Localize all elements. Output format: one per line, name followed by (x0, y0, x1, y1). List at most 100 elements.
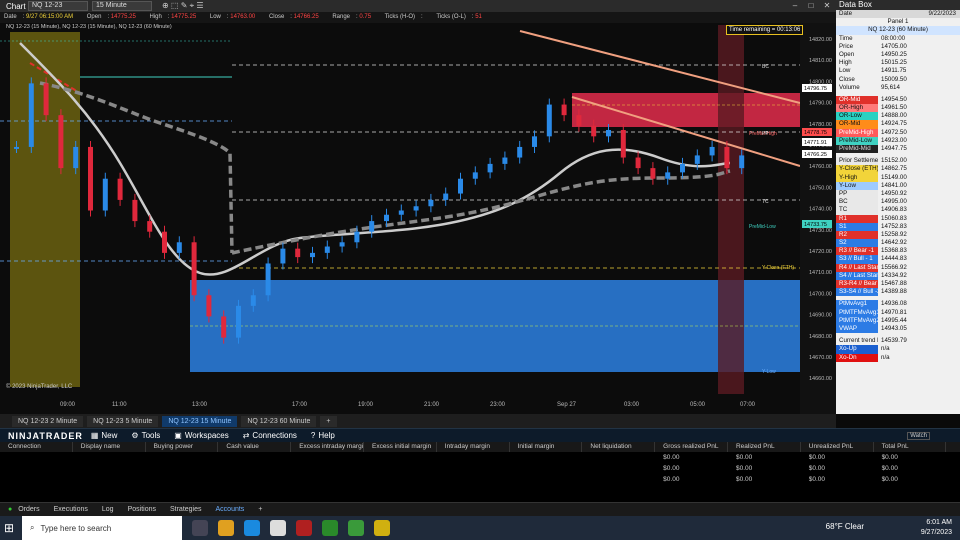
candle-body (28, 83, 34, 147)
candle-body (635, 157, 641, 169)
tab-log[interactable]: Log (102, 506, 114, 513)
data-box-value: 14947.75 (881, 145, 907, 152)
edge-icon[interactable] (244, 520, 260, 536)
accounts-column-header[interactable]: Initial margin (510, 442, 583, 452)
data-box-key: S3-S4 // Bull -2 (836, 288, 878, 297)
menu-new[interactable]: ▦ New (91, 431, 118, 440)
data-box-value: 14943.05 (881, 324, 907, 332)
maximize-icon[interactable]: □ (804, 1, 818, 11)
accounts-column-header[interactable]: Excess initial margin (364, 442, 437, 452)
candle-body (206, 295, 212, 317)
tab-2-minute[interactable]: NQ 12-23 2 Minute (12, 415, 84, 427)
accounts-cell (291, 463, 364, 474)
accounts-cell: $0.00 (663, 454, 680, 461)
instrument-selector[interactable]: NQ 12-23 (28, 1, 88, 11)
watch-button[interactable]: Watch (907, 431, 930, 440)
task-view-icon[interactable] (192, 520, 208, 536)
add-tab-button[interactable]: + (320, 415, 337, 427)
system-clock[interactable]: 6:01 AM 9/27/2023 (921, 518, 952, 538)
data-box-key: OR-Low (836, 112, 878, 121)
ninjatrader-taskbar-icon[interactable] (296, 520, 312, 536)
menu-tools[interactable]: ⚙ Tools (131, 431, 160, 440)
accounts-column-header[interactable]: Unrealized PnL (801, 442, 874, 452)
app-icon-green-2[interactable] (348, 520, 364, 536)
data-box-key: R2 (836, 230, 878, 240)
tab-strategies[interactable]: Strategies (170, 506, 202, 513)
candle-body (369, 221, 375, 232)
accounts-header-row: Connection Display name Buying power Cash v… (0, 442, 960, 452)
file-explorer-icon[interactable] (218, 520, 234, 536)
app-icon-yellow[interactable] (374, 520, 390, 536)
menu-workspaces[interactable]: ▣ Workspaces (174, 431, 228, 440)
weather-widget[interactable]: 68°F Clear (826, 522, 864, 531)
candle-body (265, 263, 271, 296)
accounts-column-header[interactable]: Net liquidation (582, 442, 656, 452)
interval-selector[interactable]: 15 Minute (92, 1, 152, 11)
windows-taskbar: ⊞ ⌕ Type here to search 68°F Clear 6:01 A… (0, 516, 960, 540)
candle-body (650, 168, 656, 179)
y-tick-label: 14750.00 (809, 185, 832, 191)
accounts-column-header[interactable]: Realized PnL (728, 442, 801, 452)
accounts-cell (146, 463, 219, 474)
minimize-icon[interactable]: – (788, 1, 802, 11)
data-box-key: Open (836, 50, 878, 60)
accounts-column-header[interactable]: Connection (0, 442, 73, 452)
accounts-cell: $0.00 (881, 465, 898, 472)
chrome-icon[interactable] (270, 520, 286, 536)
accounts-column-header[interactable]: Total PnL (874, 442, 947, 452)
price-chart[interactable]: 14820.0014810.0014800.0014790.0014780.00… (0, 23, 836, 414)
data-box-key: Xo-Dn (836, 353, 878, 362)
data-box-key: OR-High (836, 104, 878, 113)
app-icon-green-1[interactable] (322, 520, 338, 536)
candle-body (191, 242, 197, 296)
tab-5-minute[interactable]: NQ 12-23 5 Minute (87, 415, 159, 427)
accounts-cell: $0.00 (735, 476, 753, 483)
tab-accounts[interactable]: Accounts (216, 506, 245, 513)
candle-body (502, 157, 508, 164)
data-box-row: BC 14995.00 (836, 198, 960, 207)
accounts-column-header[interactable]: Display name (73, 442, 146, 452)
windows-start-icon[interactable]: ⊞ (4, 521, 14, 535)
accounts-column-header[interactable]: Intraday margin (437, 442, 510, 452)
tab-15-minute[interactable]: NQ 12-23 15 Minute (162, 415, 238, 427)
data-box-key: S4 // Last Stand (836, 271, 878, 280)
accounts-column-header[interactable]: Excess intraday margin (291, 442, 364, 452)
accounts-row[interactable]: $0.00 $0.00 $0.00 $0.00 (0, 474, 960, 485)
accounts-row[interactable]: $0.00 $0.00 $0.00 $0.00 (0, 463, 960, 474)
accounts-cell (582, 463, 655, 474)
data-box-row: Time 08:00:00 (836, 34, 960, 43)
x-tick-label: Sep 27 (557, 402, 577, 408)
search-placeholder: Type here to search (40, 523, 112, 533)
tab-executions[interactable]: Executions (54, 506, 88, 513)
tab-orders[interactable]: Orders (18, 506, 39, 513)
candle-body (58, 115, 64, 169)
data-box-value: 14539.79 (881, 337, 907, 345)
accounts-column-header[interactable]: Buying power (146, 442, 219, 452)
level-label: PreMid-Low (749, 224, 776, 230)
data-box-row: Xo-Dn n/a (836, 353, 960, 362)
tab-positions[interactable]: Positions (128, 506, 156, 513)
chart-toolbar-icons[interactable]: ⊕ ⬚ ✎ ⌖ ☰ (162, 1, 204, 11)
candle-body (546, 104, 552, 137)
add-bottom-tab-button[interactable]: + (258, 506, 262, 513)
menu-connections[interactable]: ⇄ Connections (243, 431, 297, 440)
taskbar-search[interactable]: ⌕ Type here to search (22, 516, 182, 540)
accounts-cell: $0.00 (808, 476, 826, 483)
y-tick-label: 14760.00 (809, 164, 832, 170)
close-icon[interactable]: ✕ (820, 1, 834, 11)
help-icon: ? (310, 431, 316, 440)
candle-body (694, 155, 700, 164)
data-box-row: OR-Mid 14924.75 (836, 120, 960, 129)
candle-body (428, 199, 434, 207)
data-box-value: n/a (881, 353, 890, 361)
data-box-key: Current trend line (836, 337, 878, 346)
high-label: High (149, 14, 162, 20)
accounts-row[interactable]: $0.00 $0.00 $0.00 $0.00 (0, 452, 960, 463)
tab-60-minute[interactable]: NQ 12-23 60 Minute (241, 415, 317, 427)
menu-help[interactable]: ? Help (311, 431, 335, 440)
accounts-column-header[interactable]: Gross realized PnL (655, 442, 728, 452)
data-box-value: 14705.00 (881, 42, 907, 50)
data-box-row: OR-Mid 14954.50 (836, 95, 960, 105)
data-box-row: PP 14950.92 (836, 189, 960, 199)
accounts-column-header[interactable]: Cash value (218, 442, 292, 452)
